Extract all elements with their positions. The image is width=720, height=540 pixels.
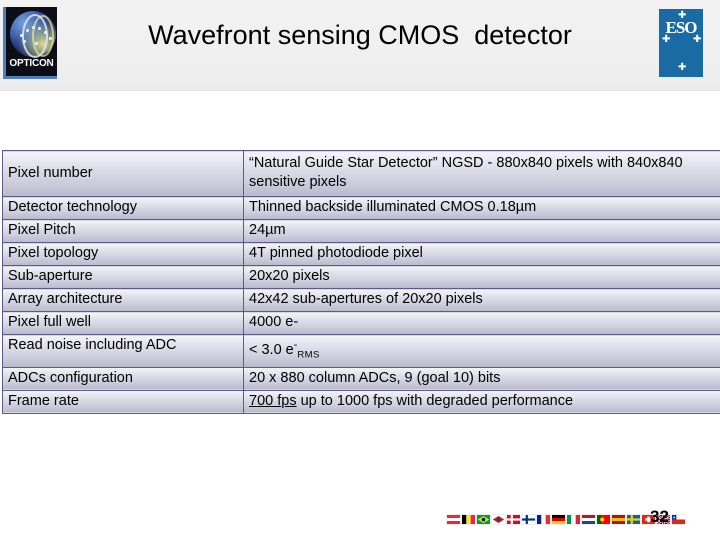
table-row: Detector technology Thinned backside ill…: [2, 196, 720, 220]
eso-logo: ✚ ✚ ✚ ✚ ESO: [659, 9, 703, 77]
cell-parameter: Pixel number: [2, 150, 244, 197]
cell-value: 4T pinned photodiode pixel: [243, 242, 720, 266]
table-row: Array architecture 42x42 sub-apertures o…: [2, 288, 720, 312]
table-row: ADCs configuration 20 x 880 column ADCs,…: [2, 366, 720, 391]
flag-germany: [552, 515, 565, 524]
flag-brazil: [477, 515, 490, 524]
cell-value: Thinned backside illuminated CMOS 0.18µm: [243, 196, 720, 220]
flag-chile: ★: [672, 515, 685, 524]
flag-czech-republic: [492, 515, 505, 524]
flag-austria: [447, 515, 460, 524]
cell-parameter: ADCs configuration: [2, 366, 244, 391]
cell-parameter: Sub-aperture: [2, 265, 244, 289]
cell-value: “Natural Guide Star Detector” NGSD - 880…: [243, 150, 720, 197]
cell-parameter: Detector technology: [2, 196, 244, 220]
opticon-wordmark: OPTICON: [9, 58, 54, 69]
read-noise-subscript: RMS: [297, 349, 320, 361]
read-noise-prefix: < 3.0 e: [249, 341, 294, 358]
cell-parameter: Frame rate: [2, 389, 244, 414]
flag-belgium: [462, 515, 475, 524]
table-row: Pixel Pitch 24µm: [2, 219, 720, 243]
cell-value: 20 x 880 column ADCs, 9 (goal 10) bits: [243, 366, 720, 391]
table-body: Pixel number “Natural Guide Star Detecto…: [2, 150, 720, 414]
eso-star-bottom-icon: ✚: [678, 62, 687, 73]
cell-parameter: Pixel Pitch: [2, 219, 244, 243]
flag-portugal: [597, 515, 610, 524]
cell-value: 4000 e-: [243, 311, 720, 335]
opticon-globe-icon: [10, 11, 56, 58]
flag-spain: [612, 515, 625, 524]
slide-header: OPTICON Wavefront sensing CMOS detector …: [0, 0, 720, 91]
eso-monogram-text: ESO: [665, 18, 697, 37]
table-row: Pixel number “Natural Guide Star Detecto…: [2, 150, 720, 197]
table-row: Read noise including ADC < 3.0 e-RMS: [2, 334, 720, 368]
flag-denmark: [507, 515, 520, 524]
frame-rate-highlight: 700 fps: [249, 392, 297, 409]
flag-italy: [567, 515, 580, 524]
cell-parameter: Pixel topology: [2, 242, 244, 266]
cell-parameter: Array architecture: [2, 288, 244, 312]
eso-monogram: ESO: [659, 18, 703, 37]
cell-value: 20x20 pixels: [243, 265, 720, 289]
frame-rate-rest: up to 1000 fps with degraded performance: [296, 392, 574, 409]
flag-france: [537, 515, 550, 524]
cell-parameter: Read noise including ADC: [2, 334, 244, 368]
flag-sweden: [627, 515, 640, 524]
cell-value: 24µm: [243, 219, 720, 243]
cell-parameter: Pixel full well: [2, 311, 244, 335]
table-row: Pixel topology 4T pinned photodiode pixe…: [2, 242, 720, 266]
flag-netherlands: [582, 515, 595, 524]
opticon-dots-icon: [18, 25, 54, 47]
table-row: Pixel full well 4000 e-: [2, 311, 720, 335]
detector-spec-table: Pixel number “Natural Guide Star Detecto…: [2, 150, 720, 414]
page-number: 32: [650, 507, 669, 526]
cell-value: 42x42 sub-apertures of 20x20 pixels: [243, 288, 720, 312]
svg-text:★: ★: [673, 516, 676, 520]
cell-value-frame-rate: 700 fps up to 1000 fps with degraded per…: [243, 389, 720, 414]
table-row: Frame rate 700 fps up to 1000 fps with d…: [2, 389, 720, 414]
page-title: Wavefront sensing CMOS detector: [148, 20, 572, 50]
flag-finland: [522, 515, 535, 524]
opticon-logo: OPTICON: [3, 7, 57, 79]
cell-value-read-noise: < 3.0 e-RMS: [243, 334, 720, 368]
table-row: Sub-aperture 20x20 pixels: [2, 265, 720, 289]
